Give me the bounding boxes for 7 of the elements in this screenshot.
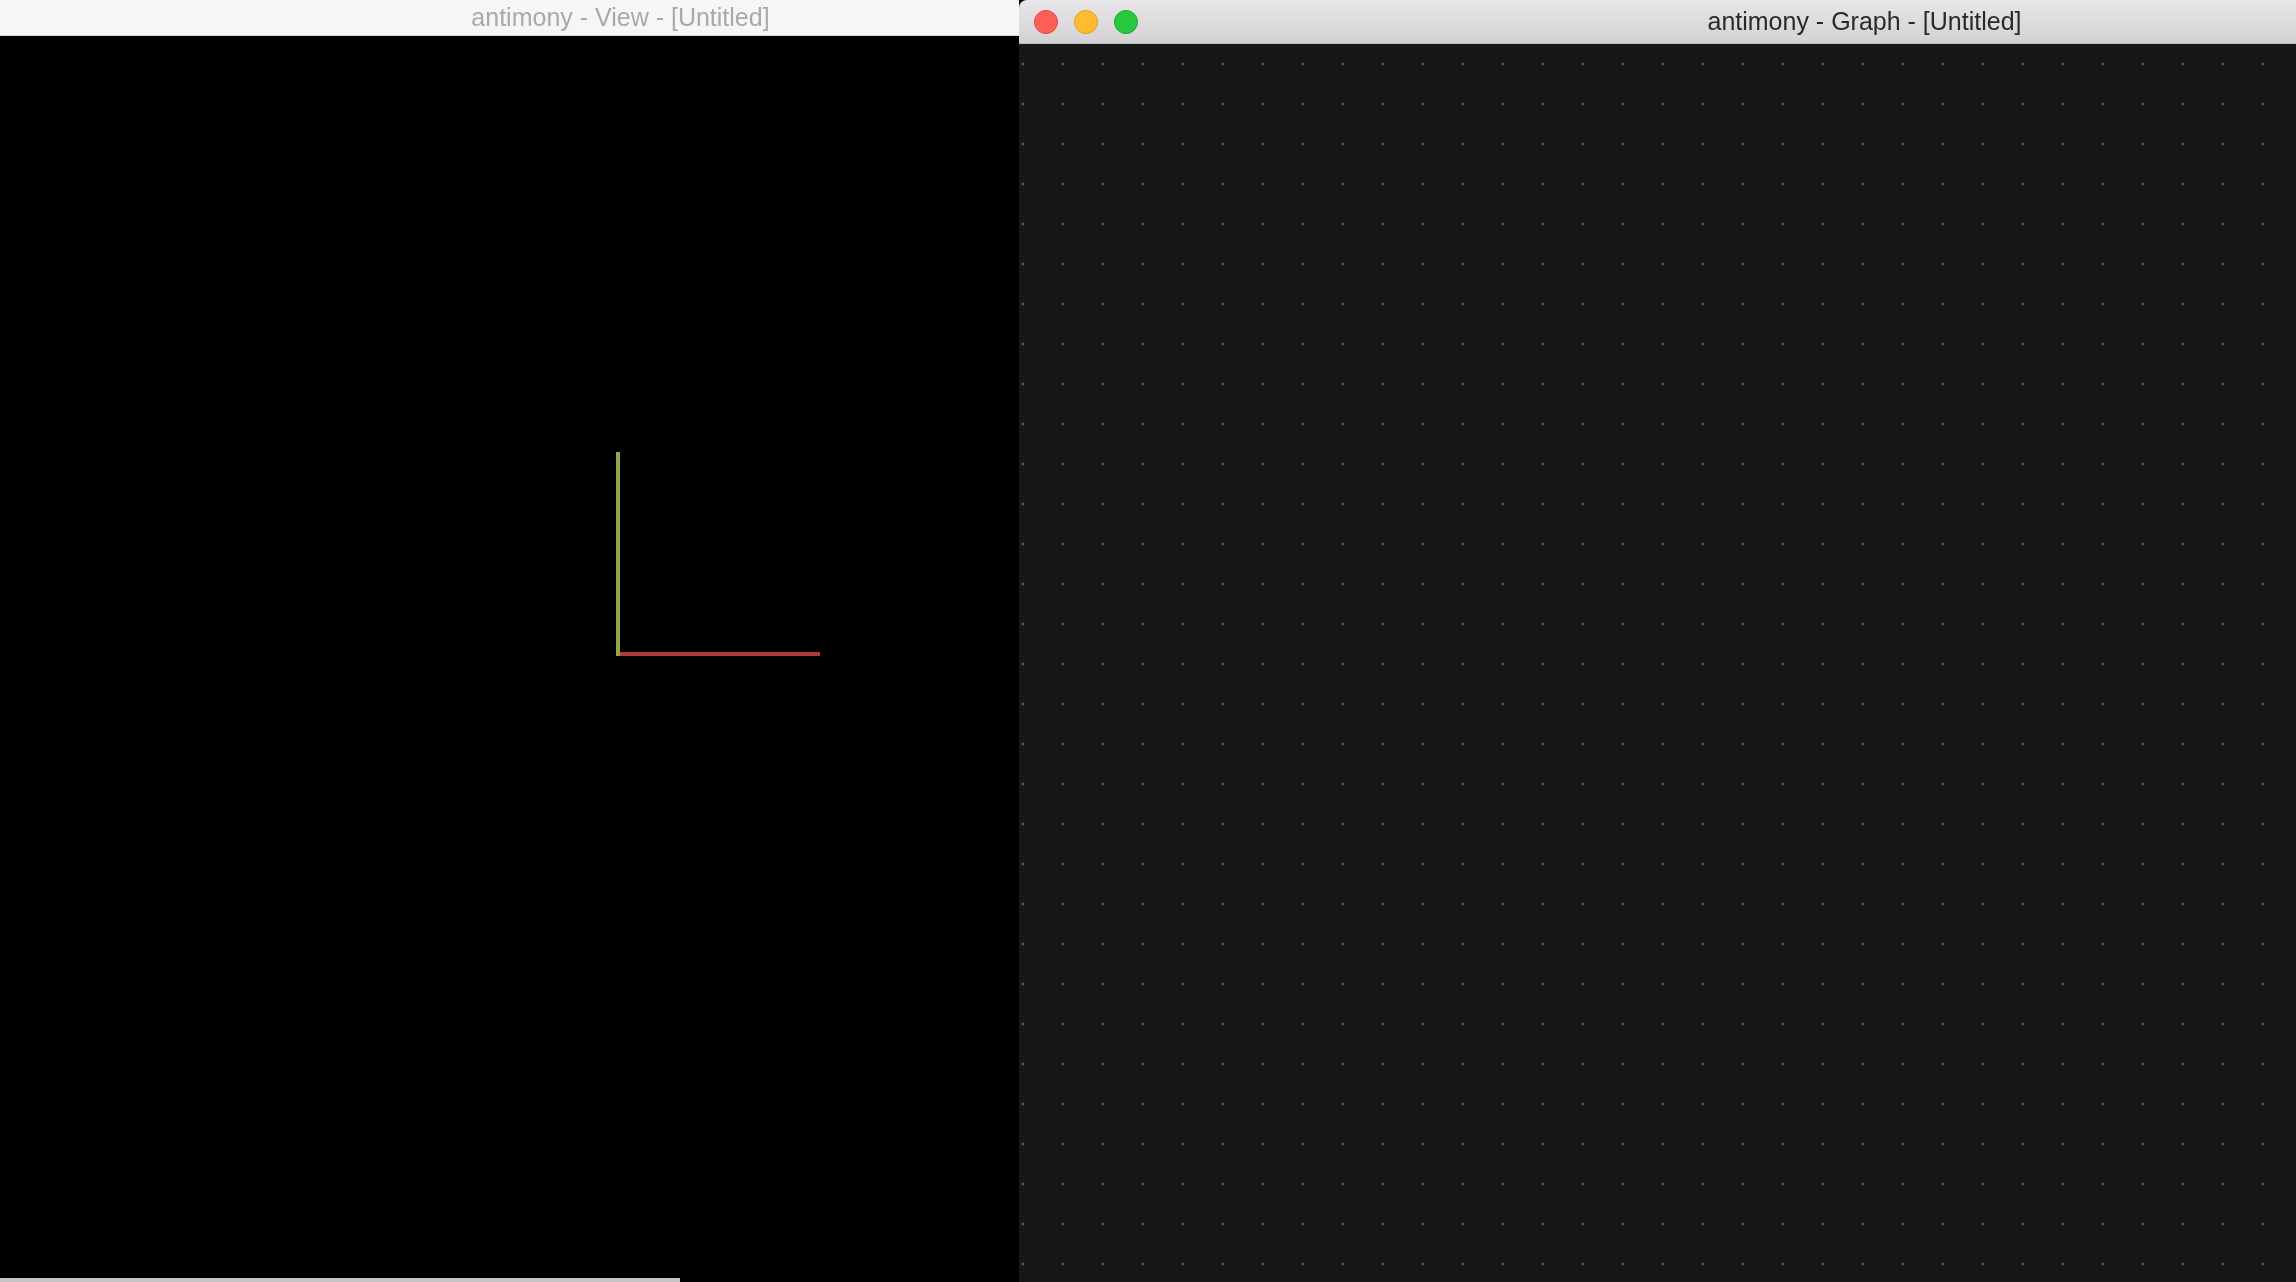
minimize-button[interactable] (1074, 10, 1098, 34)
dot-grid-canvas[interactable] (1019, 44, 2296, 1282)
window-title: antimony - View - [Untitled] (471, 3, 770, 32)
close-button[interactable] (1034, 10, 1058, 34)
scrollbar[interactable] (0, 1278, 680, 1282)
window-title: antimony - Graph - [Untitled] (1707, 7, 2022, 36)
zoom-button[interactable] (1114, 10, 1138, 34)
